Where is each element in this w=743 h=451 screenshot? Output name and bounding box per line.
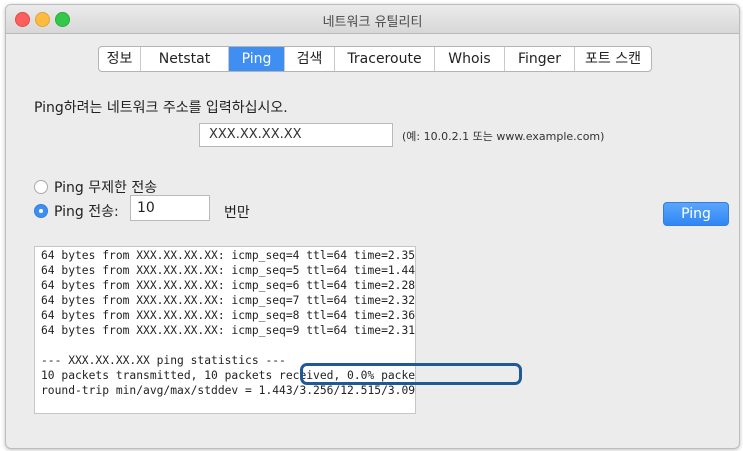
- unlimited-ping-option[interactable]: Ping 무제한 전송: [34, 177, 157, 197]
- ping-button[interactable]: Ping: [663, 202, 729, 226]
- count-unit-label: 번만: [224, 205, 250, 221]
- unlimited-label: Ping 무제한 전송: [54, 180, 158, 196]
- tab-info[interactable]: 정보: [99, 47, 141, 71]
- count-label: Ping 전송:: [54, 204, 119, 220]
- tab-lookup[interactable]: 검색: [285, 47, 335, 71]
- output-line: 64 bytes from XXX.XX.XX.XX: icmp_seq=7 t…: [41, 294, 416, 307]
- tab-finger[interactable]: Finger: [505, 47, 575, 71]
- output-line: --- XXX.XX.XX.XX ping statistics ---: [41, 354, 286, 367]
- ping-output-area[interactable]: 64 bytes from XXX.XX.XX.XX: icmp_seq=4 t…: [34, 246, 416, 414]
- address-hint: (예: 10.0.2.1 또는 www.example.com): [402, 130, 605, 143]
- title-bar[interactable]: 네트워크 유틸리티: [6, 5, 739, 34]
- tab-ping[interactable]: Ping: [229, 47, 285, 71]
- output-line: 64 bytes from XXX.XX.XX.XX: icmp_seq=6 t…: [41, 279, 416, 292]
- address-input[interactable]: XXX.XX.XX.XX: [199, 123, 393, 147]
- address-prompt: Ping하려는 네트워크 주소를 입력하십시오.: [34, 100, 288, 116]
- window-title: 네트워크 유틸리티: [322, 15, 423, 30]
- unlimited-radio[interactable]: [34, 180, 48, 194]
- tab-traceroute[interactable]: Traceroute: [335, 47, 435, 71]
- tab-netstat[interactable]: Netstat: [141, 47, 229, 71]
- output-line: 64 bytes from XXX.XX.XX.XX: icmp_seq=5 t…: [41, 264, 416, 277]
- ping-count-input[interactable]: 10: [130, 195, 210, 221]
- output-line: 64 bytes from XXX.XX.XX.XX: icmp_seq=4 t…: [41, 249, 416, 262]
- output-line: round-trip min/avg/max/stddev = 1.443/3.…: [41, 384, 416, 397]
- count-ping-option[interactable]: Ping 전송:: [34, 201, 119, 221]
- output-line: 64 bytes from XXX.XX.XX.XX: icmp_seq=8 t…: [41, 309, 416, 322]
- output-line: 64 bytes from XXX.XX.XX.XX: icmp_seq=9 t…: [41, 324, 416, 337]
- tab-port-scan[interactable]: 포트 스캔: [575, 47, 651, 71]
- count-radio[interactable]: [34, 204, 48, 218]
- packet-loss-highlight-callout: [300, 363, 522, 385]
- tab-bar: 정보 Netstat Ping 검색 Traceroute Whois Fing…: [98, 46, 652, 72]
- tab-whois[interactable]: Whois: [435, 47, 505, 71]
